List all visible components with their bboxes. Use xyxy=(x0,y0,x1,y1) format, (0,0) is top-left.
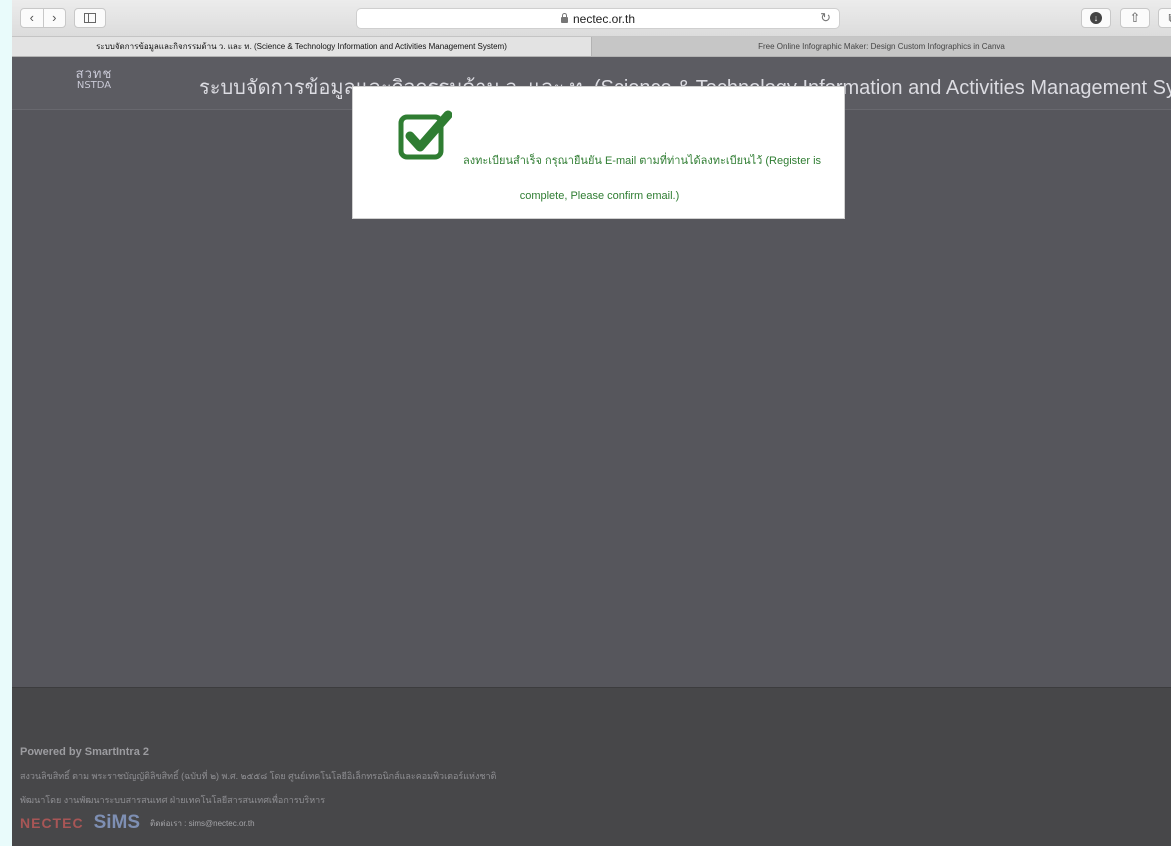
forward-icon[interactable]: › xyxy=(42,9,66,27)
nectec-logo: NECTEC xyxy=(20,815,84,831)
sidebar-icon xyxy=(84,13,96,23)
tab-canva[interactable]: Free Online Infographic Maker: Design Cu… xyxy=(592,37,1171,56)
developer-text: พัฒนาโดย งานพัฒนาระบบสารสนเทศ ฝ่ายเทคโนโ… xyxy=(20,795,326,805)
url-text: nectec.or.th xyxy=(572,11,636,26)
sidebar-toggle-button[interactable] xyxy=(74,8,106,28)
sims-logo: SiMS xyxy=(93,812,141,833)
back-icon[interactable]: ‹ xyxy=(21,9,43,27)
checkbox-checked-icon xyxy=(398,110,452,160)
nav-buttons: ‹ › xyxy=(20,8,66,28)
download-icon: ↓ xyxy=(1090,12,1102,24)
contact-link[interactable]: ติดต่อเรา : sims@nectec.or.th xyxy=(150,817,255,830)
tab-sims[interactable]: ระบบจัดการข้อมูลและกิจกรรมด้าน ว. และ ท.… xyxy=(12,37,592,56)
browser-toolbar: ‹› nectec.or.th ↻ ↓ ⇧ ⧉ xyxy=(12,0,1171,37)
downloads-button[interactable]: ↓ xyxy=(1081,8,1111,28)
success-dialog: ลงทะเบียนสำเร็จ กรุณายืนยัน E-mail ตามที… xyxy=(352,86,845,219)
tab-bar: ระบบจัดการข้อมูลและกิจกรรมด้าน ว. และ ท.… xyxy=(12,37,1171,57)
address-bar[interactable]: nectec.or.th ↻ xyxy=(356,8,840,29)
footer-logos: NECTEC SiMS ติดต่อเรา : sims@nectec.or.t… xyxy=(20,812,255,834)
powered-by: Powered by SmartIntra 2 xyxy=(20,746,149,758)
success-message-line1: ลงทะเบียนสำเร็จ กรุณายืนยัน E-mail ตามที… xyxy=(463,155,822,167)
nstda-logo[interactable]: สวทช NSTDA xyxy=(70,68,118,99)
share-button[interactable]: ⇧ xyxy=(1120,8,1150,28)
success-message-line2: complete, Please confirm email.) xyxy=(519,190,680,202)
footer: Powered by SmartIntra 2 สงวนลิขสิทธิ์ ตา… xyxy=(12,687,1171,846)
tab-overview-button[interactable]: ⧉ xyxy=(1158,8,1171,28)
lock-icon xyxy=(560,12,568,23)
tab-label: Free Online Infographic Maker: Design Cu… xyxy=(758,42,1005,51)
reload-icon[interactable]: ↻ xyxy=(820,10,831,26)
copyright-text: สงวนลิขสิทธิ์ ตาม พระราชบัญญัติลิขสิทธิ์… xyxy=(20,771,497,781)
tab-label: ระบบจัดการข้อมูลและกิจกรรมด้าน ว. และ ท.… xyxy=(96,42,507,51)
share-icon: ⇧ xyxy=(1129,10,1141,25)
